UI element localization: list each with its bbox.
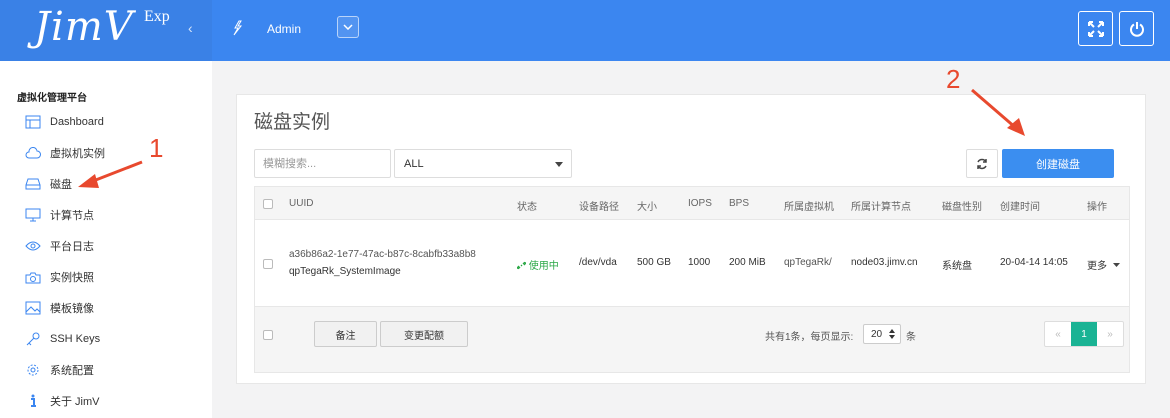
- annotation-arrow-2: [971, 88, 1025, 136]
- annotation-arrows: [78, 88, 1025, 188]
- annotation-arrow-1: [78, 160, 143, 188]
